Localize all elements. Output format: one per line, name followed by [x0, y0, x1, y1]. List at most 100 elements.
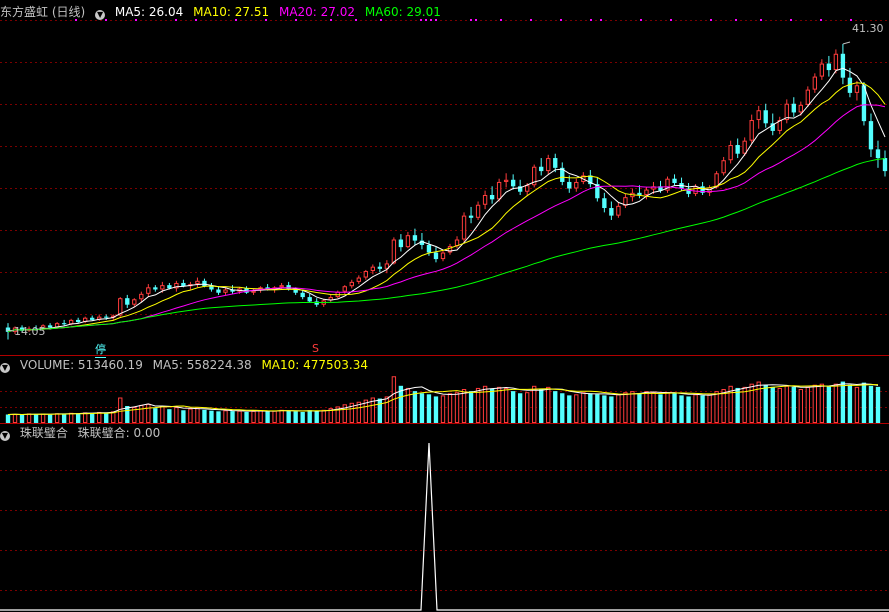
volume-bar	[12, 414, 18, 424]
candle-body	[209, 286, 214, 290]
volume-bar	[588, 393, 593, 423]
candle-body	[307, 297, 312, 302]
candle-body	[342, 286, 347, 292]
volume-bar	[146, 403, 151, 423]
indicator-name: 珠联璧合	[19, 426, 68, 440]
volume-bar	[75, 413, 81, 423]
volume-bar	[230, 411, 235, 423]
candle-body	[791, 103, 796, 113]
volume-bar	[33, 414, 39, 423]
volume-bar	[714, 391, 719, 423]
volume-bar	[609, 396, 614, 423]
candle-body	[496, 181, 502, 200]
volume-bar	[560, 393, 565, 423]
candle-body	[440, 252, 446, 260]
volume-bar	[700, 395, 705, 423]
candle-body	[482, 194, 488, 205]
candle-body	[763, 110, 768, 124]
candle-body	[454, 239, 460, 247]
volume-bar	[553, 391, 558, 423]
volume-bar	[19, 414, 25, 423]
candle-body	[104, 316, 109, 318]
low-price-label: 14.05	[14, 325, 46, 338]
candle-body	[132, 299, 137, 305]
volume-bar	[525, 392, 530, 423]
candle-body	[644, 189, 649, 195]
indicator-value: 珠联璧合: 0.00	[77, 426, 161, 440]
volume-menu-icon[interactable]: ▼	[0, 363, 10, 373]
ma10-label: MA10: 27.51	[193, 5, 270, 19]
volume-bar	[721, 389, 726, 423]
candle-body	[833, 53, 839, 71]
volume-bar	[581, 392, 586, 423]
candle-body	[47, 325, 53, 328]
candle-body	[314, 301, 319, 305]
indicator-menu-icon[interactable]: ▼	[0, 431, 10, 441]
stock-chart-canvas[interactable]	[0, 0, 889, 612]
candle-body	[75, 319, 81, 323]
signal-dot	[710, 19, 712, 21]
stock-title[interactable]: 东方盛虹 (日线)	[0, 5, 85, 19]
signal-dot	[500, 19, 502, 21]
volume-bar	[244, 411, 249, 423]
candle-body	[819, 63, 825, 77]
volume-bar	[237, 410, 242, 423]
candle-body	[279, 285, 284, 288]
volume-bar	[489, 389, 495, 423]
candle-body	[749, 120, 754, 141]
candle-body	[735, 145, 740, 154]
candle-body	[370, 266, 376, 272]
volume-bar	[90, 413, 95, 423]
candle-body	[812, 76, 818, 90]
candle-body	[525, 185, 530, 192]
candle-body	[405, 235, 411, 248]
candle-body	[61, 323, 67, 325]
volume-bar	[595, 394, 600, 423]
candle-body	[363, 271, 368, 278]
volume-bar	[791, 386, 796, 423]
volume-bar	[770, 386, 775, 423]
volume-bar	[875, 386, 881, 423]
volume-bar	[433, 396, 439, 423]
volume-bar	[447, 393, 453, 423]
signal-dot	[590, 19, 592, 21]
volume-bar	[321, 409, 326, 424]
volume-bar	[742, 386, 747, 423]
ma60-label: MA60: 29.01	[364, 5, 441, 19]
candle-body	[251, 290, 256, 293]
volume-bar	[153, 408, 158, 423]
volume-bar	[826, 385, 832, 423]
volume-bar	[756, 381, 761, 423]
signal-dot	[760, 19, 762, 21]
volume-bar	[475, 387, 481, 423]
volume-bar	[307, 410, 312, 423]
candle-body	[805, 89, 810, 105]
volume-bar	[707, 394, 712, 423]
volume-bar	[735, 387, 740, 423]
volume-bar	[840, 381, 846, 423]
signal-dot	[560, 19, 562, 21]
candle-body	[553, 158, 558, 168]
candle-body	[223, 289, 228, 293]
candle-body	[433, 252, 439, 260]
volume-bar	[637, 393, 642, 423]
suspension-marker[interactable]: 停	[95, 341, 106, 358]
volume-bar	[503, 387, 509, 423]
panel-menu-icon[interactable]: ▼	[95, 10, 106, 20]
volume-bar	[251, 410, 256, 424]
volume-bar	[40, 413, 46, 423]
volume-bar	[272, 410, 277, 423]
volume-bar	[679, 395, 684, 423]
volume-bar	[209, 410, 214, 423]
candle-body	[216, 289, 221, 293]
volume-bar	[405, 387, 411, 423]
volume-bar	[216, 411, 221, 423]
candle-body	[882, 158, 888, 172]
candle-body	[875, 149, 881, 159]
sell-signal-marker[interactable]: S	[312, 342, 319, 355]
candle-body	[461, 215, 467, 240]
candle-body	[616, 205, 621, 216]
candle-body	[300, 292, 305, 298]
volume-bar	[440, 395, 446, 423]
candle-body	[609, 208, 614, 216]
